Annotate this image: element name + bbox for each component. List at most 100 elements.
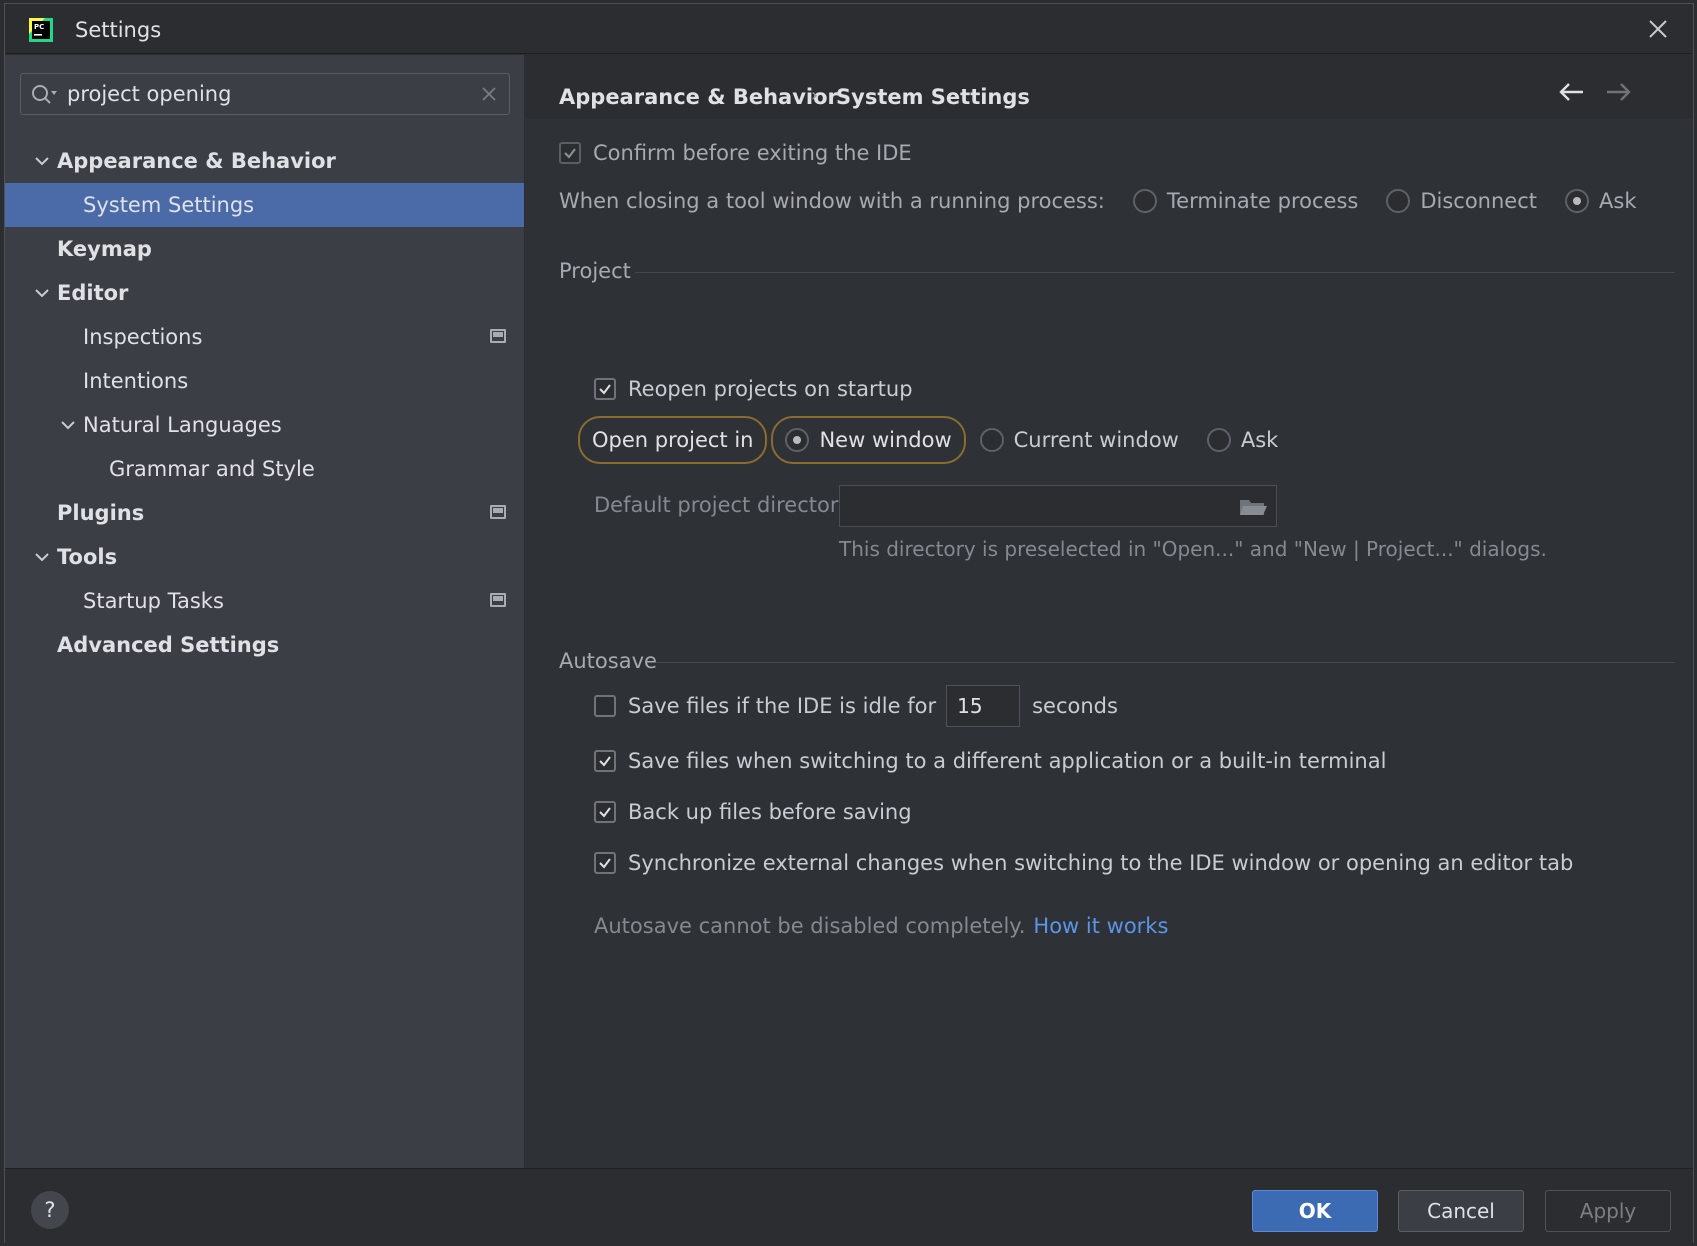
sidebar-item-inspections[interactable]: Inspections <box>5 315 524 359</box>
closing-tool-window-label: When closing a tool window with a runnin… <box>559 189 1105 213</box>
settings-sidebar: Appearance & Behavior System Settings Ke… <box>5 55 524 1168</box>
sidebar-item-startup-tasks[interactable]: Startup Tasks <box>5 579 524 623</box>
current-window-label: Current window <box>1013 428 1179 452</box>
breadcrumb-parent[interactable]: Appearance & Behavior <box>559 85 838 109</box>
sidebar-item-label: Inspections <box>83 325 203 349</box>
sidebar-item-label: Startup Tasks <box>83 589 224 613</box>
sidebar-item-intentions[interactable]: Intentions <box>5 359 524 403</box>
checkmark-icon <box>564 148 576 159</box>
close-icon[interactable] <box>1645 16 1671 42</box>
pycharm-logo-icon: PC <box>29 18 53 42</box>
ok-button[interactable]: OK <box>1252 1190 1378 1232</box>
how-it-works-link[interactable]: How it works <box>1033 914 1168 938</box>
dialog-footer: ? OK Cancel Apply <box>5 1168 1693 1244</box>
save-on-switch-label: Save files when switching to a different… <box>628 749 1387 773</box>
search-box[interactable] <box>20 73 510 115</box>
open-project-in-row: Open project in New window Current windo… <box>578 416 1278 464</box>
search-input[interactable] <box>67 80 467 108</box>
backup-label: Back up files before saving <box>628 800 912 824</box>
disconnect-radio[interactable] <box>1386 189 1411 213</box>
breadcrumb-separator: › <box>811 85 819 106</box>
chevron-down-icon[interactable] <box>34 549 50 565</box>
sidebar-item-natural-languages[interactable]: Natural Languages <box>5 403 524 447</box>
sidebar-item-keymap[interactable]: Keymap <box>5 227 524 271</box>
backup-row: Back up files before saving <box>594 800 912 824</box>
sidebar-item-appearance-behavior[interactable]: Appearance & Behavior <box>5 139 524 183</box>
back-arrow-icon[interactable] <box>1557 80 1587 104</box>
reopen-projects-row: Reopen projects on startup <box>594 377 913 401</box>
sidebar-item-system-settings[interactable]: System Settings <box>5 183 524 227</box>
sidebar-item-grammar-and-style[interactable]: Grammar and Style <box>5 447 524 491</box>
sidebar-item-label: Grammar and Style <box>109 457 315 481</box>
sidebar-item-label: System Settings <box>83 193 255 217</box>
project-level-icon <box>490 505 506 519</box>
sidebar-item-label: Tools <box>57 545 118 569</box>
cancel-button[interactable]: Cancel <box>1398 1190 1524 1232</box>
project-level-icon <box>490 593 506 607</box>
new-window-label: New window <box>819 428 952 452</box>
sync-external-row: Synchronize external changes when switch… <box>594 851 1573 875</box>
folder-open-icon[interactable] <box>1238 495 1268 519</box>
default-directory-label: Default project directory: <box>594 493 857 517</box>
save-idle-label: Save files if the IDE is idle for <box>628 694 937 718</box>
sidebar-item-label: Intentions <box>83 369 189 393</box>
default-directory-hint: This directory is preselected in "Open..… <box>839 537 1547 561</box>
save-on-switch-row: Save files when switching to a different… <box>594 749 1386 773</box>
settings-dialog: PC Settings Appearance & Behav <box>4 3 1694 1244</box>
save-on-switch-checkbox[interactable] <box>594 750 616 772</box>
default-directory-field[interactable] <box>839 485 1277 527</box>
breadcrumb: Appearance & Behavior › System Settings <box>525 55 1693 119</box>
sidebar-item-label: Appearance & Behavior <box>57 149 336 173</box>
project-level-icon <box>490 329 506 343</box>
forward-arrow-icon[interactable] <box>1603 80 1633 104</box>
reopen-projects-label: Reopen projects on startup <box>628 377 913 401</box>
open-ask-radio[interactable] <box>1206 428 1231 452</box>
sync-external-checkbox[interactable] <box>594 852 616 874</box>
sidebar-item-tools[interactable]: Tools <box>5 535 524 579</box>
open-project-in-highlight: Open project in <box>578 416 768 464</box>
breadcrumb-current: System Settings <box>836 85 1030 109</box>
chevron-down-icon[interactable] <box>60 417 76 433</box>
confirm-exit-checkbox[interactable] <box>559 142 581 164</box>
current-window-radio[interactable] <box>979 428 1004 452</box>
sidebar-item-label: Plugins <box>57 501 145 525</box>
terminate-process-radio[interactable] <box>1132 189 1157 213</box>
closing-tool-window-row: When closing a tool window with a runnin… <box>559 189 1636 213</box>
confirm-exit-row: Confirm before exiting the IDE <box>559 141 912 165</box>
sidebar-item-label: Editor <box>57 281 129 305</box>
sync-external-label: Synchronize external changes when switch… <box>628 851 1574 875</box>
ask-radio[interactable] <box>1565 189 1590 213</box>
sidebar-item-advanced-settings[interactable]: Advanced Settings <box>5 623 524 667</box>
clear-search-icon[interactable] <box>481 86 497 102</box>
autosave-note: Autosave cannot be disabled completely. <box>594 914 1026 938</box>
open-ask-label: Ask <box>1240 428 1279 452</box>
open-project-in-label: Open project in <box>592 428 754 452</box>
chevron-down-icon[interactable] <box>34 153 50 169</box>
checkmark-icon <box>599 756 611 767</box>
chevron-down-icon[interactable] <box>34 285 50 301</box>
settings-tree: Appearance & Behavior System Settings Ke… <box>5 139 524 667</box>
sidebar-item-label: Natural Languages <box>83 413 282 437</box>
ask-label: Ask <box>1599 189 1637 213</box>
new-window-radio[interactable] <box>785 428 810 452</box>
autosave-section-divider <box>656 662 1675 663</box>
search-icon[interactable] <box>30 83 58 107</box>
sidebar-item-plugins[interactable]: Plugins <box>5 491 524 535</box>
save-idle-checkbox[interactable] <box>594 695 616 717</box>
settings-main-panel: Appearance & Behavior › System Settings … <box>525 55 1693 1168</box>
system-settings-content: Confirm before exiting the IDE When clos… <box>525 119 1693 1168</box>
reopen-projects-checkbox[interactable] <box>594 378 616 400</box>
apply-button[interactable]: Apply <box>1545 1190 1671 1232</box>
checkmark-icon <box>599 858 611 869</box>
help-button[interactable]: ? <box>31 1191 69 1229</box>
project-section-divider <box>635 272 1675 273</box>
save-idle-row: Save files if the IDE is idle for second… <box>594 685 1118 727</box>
title-bar: PC Settings <box>5 4 1693 54</box>
idle-seconds-input[interactable] <box>946 685 1021 727</box>
autosave-note-row: Autosave cannot be disabled completely. … <box>594 914 1168 938</box>
sidebar-item-editor[interactable]: Editor <box>5 271 524 315</box>
backup-checkbox[interactable] <box>594 801 616 823</box>
window-title: Settings <box>75 18 162 42</box>
project-section-title: Project <box>559 259 631 283</box>
svg-text:PC: PC <box>34 23 44 31</box>
